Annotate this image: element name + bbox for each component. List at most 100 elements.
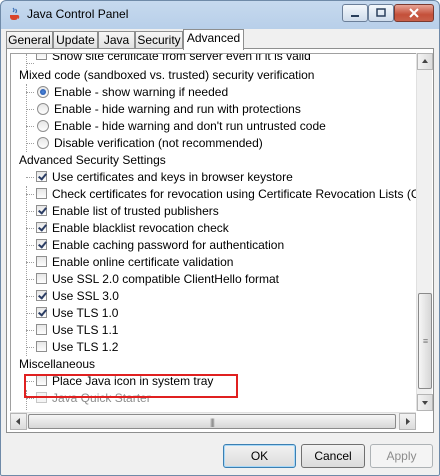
radio-label: Enable - hide warning and don't run untr… [54,119,326,133]
setting-label: Use TLS 1.1 [52,323,119,337]
title-bar[interactable]: Java Control Panel [1,1,439,27]
tree-branch [26,143,34,145]
java-control-panel-window: Java Control Panel General Update Java S… [0,0,440,476]
grip-icon: ≡ [422,336,428,346]
scroll-down-button[interactable] [417,394,433,411]
setting-label: Enable caching password for authenticati… [52,238,285,252]
tab-security[interactable]: Security [135,31,183,48]
tree-branch [26,262,34,264]
tree-branch [26,330,34,332]
setting-label: Use SSL 3.0 [52,289,119,303]
grip-icon: ||| [209,416,215,427]
setting-row-blacklist-check[interactable]: Enable blacklist revocation check [26,220,416,237]
scroll-left-button[interactable] [10,413,27,430]
checkbox-crl-check[interactable] [36,188,47,199]
close-icon [409,8,419,18]
tree-branch [26,279,34,281]
radio-show-warning[interactable] [37,86,49,98]
tab-general[interactable]: General [6,31,53,48]
tree-branch [26,347,34,349]
tab-advanced[interactable]: Advanced [183,29,244,50]
setting-label: Use TLS 1.0 [52,306,119,320]
arrow-left-icon [16,418,20,425]
tree-branch [26,92,34,94]
cancel-button[interactable]: Cancel [301,444,365,468]
setting-label: Enable blacklist revocation check [52,221,229,235]
maximize-button[interactable] [368,4,394,22]
tab-update[interactable]: Update [53,31,98,48]
checkbox-ssl3[interactable] [36,290,47,301]
tree-branch [26,109,34,111]
radio-row-run-with-protections[interactable]: Enable - hide warning and run with prote… [26,101,406,118]
checkbox-blacklist-check[interactable] [36,222,47,233]
setting-label: Use certificates and keys in browser key… [52,170,293,184]
radio-label: Enable - show warning if needed [54,85,229,99]
checkbox-online-validation[interactable] [36,256,47,267]
setting-row-trusted-publishers[interactable]: Enable list of trusted publishers [26,203,416,220]
section-heading-advanced-security: Advanced Security Settings [19,153,166,167]
tree-branch [26,398,34,400]
setting-label: Enable list of trusted publishers [52,204,219,218]
tree-branch [26,313,34,315]
settings-tree: Show site certificate from server even i… [10,53,416,411]
radio-row-disable-verification[interactable]: Disable verification (not recommended) [26,135,406,152]
apply-button[interactable]: Apply [370,444,433,468]
tree-branch [26,126,34,128]
setting-label: Enable online certificate validation [52,255,234,269]
section-heading-mixed-code: Mixed code (sandboxed vs. trusted) secur… [19,68,315,82]
tree-branch [26,194,34,196]
setting-row-tls12[interactable]: Use TLS 1.2 [26,339,416,356]
arrow-down-icon [422,401,428,405]
setting-label: Show site certificate from server even i… [52,53,311,63]
radio-disable-verification[interactable] [37,137,49,149]
tree-branch [26,228,34,230]
window-title: Java Control Panel [27,7,129,21]
checkbox-trusted-publishers[interactable] [36,205,47,216]
java-cup-icon [10,7,20,20]
tree-branch [26,245,34,247]
checkbox-ssl2-hello[interactable] [36,273,47,284]
setting-row-tls10[interactable]: Use TLS 1.0 [26,305,416,322]
tree-branch [26,296,34,298]
checkbox-tls12[interactable] [36,341,47,352]
setting-row-online-validation[interactable]: Enable online certificate validation [26,254,416,271]
annotation-highlight-box [24,374,238,398]
radio-run-with-protections[interactable] [37,103,49,115]
setting-row-caching-password[interactable]: Enable caching password for authenticati… [26,237,416,254]
checkbox-tls10[interactable] [36,307,47,318]
checkbox-show-site-cert[interactable] [36,54,47,60]
setting-row-tls11[interactable]: Use TLS 1.1 [26,322,416,339]
minimize-button[interactable] [342,4,368,22]
setting-row-browser-keystore[interactable]: Use certificates and keys in browser key… [26,169,416,186]
setting-label: Use TLS 1.2 [52,340,119,354]
radio-row-show-warning[interactable]: Enable - show warning if needed [26,84,406,101]
maximize-icon [376,8,386,17]
radio-label: Disable verification (not recommended) [54,136,263,150]
radio-dont-run-untrusted[interactable] [37,120,49,132]
checkbox-caching-password[interactable] [36,239,47,250]
vertical-scrollbar[interactable]: ≡ [416,53,433,411]
setting-row-ssl3[interactable]: Use SSL 3.0 [26,288,416,305]
radio-row-dont-run-untrusted[interactable]: Enable - hide warning and don't run untr… [26,118,406,135]
setting-label: Use SSL 2.0 compatible ClientHello forma… [52,272,279,286]
setting-label: Check certificates for revocation using … [52,187,416,201]
horizontal-scrollbar[interactable]: ||| [10,412,416,430]
checkbox-tls11[interactable] [36,324,47,335]
scroll-right-button[interactable] [399,413,416,430]
setting-row-crl-check[interactable]: Check certificates for revocation using … [26,186,416,203]
tree-branch [26,177,34,179]
section-heading-miscellaneous: Miscellaneous [19,357,96,371]
scroll-up-button[interactable] [417,53,433,70]
vertical-scroll-thumb[interactable]: ≡ [418,293,432,389]
horizontal-scroll-thumb[interactable]: ||| [28,414,396,429]
minimize-icon [351,15,359,17]
close-button[interactable] [394,4,434,22]
tab-java[interactable]: Java [98,31,135,48]
arrow-right-icon [406,418,410,425]
setting-row-ssl2-hello[interactable]: Use SSL 2.0 compatible ClientHello forma… [26,271,416,288]
ok-button[interactable]: OK [223,444,296,468]
checkbox-browser-keystore[interactable] [36,171,47,182]
tree-branch [26,63,34,65]
tree-branch [26,211,34,213]
arrow-up-icon [422,59,428,63]
